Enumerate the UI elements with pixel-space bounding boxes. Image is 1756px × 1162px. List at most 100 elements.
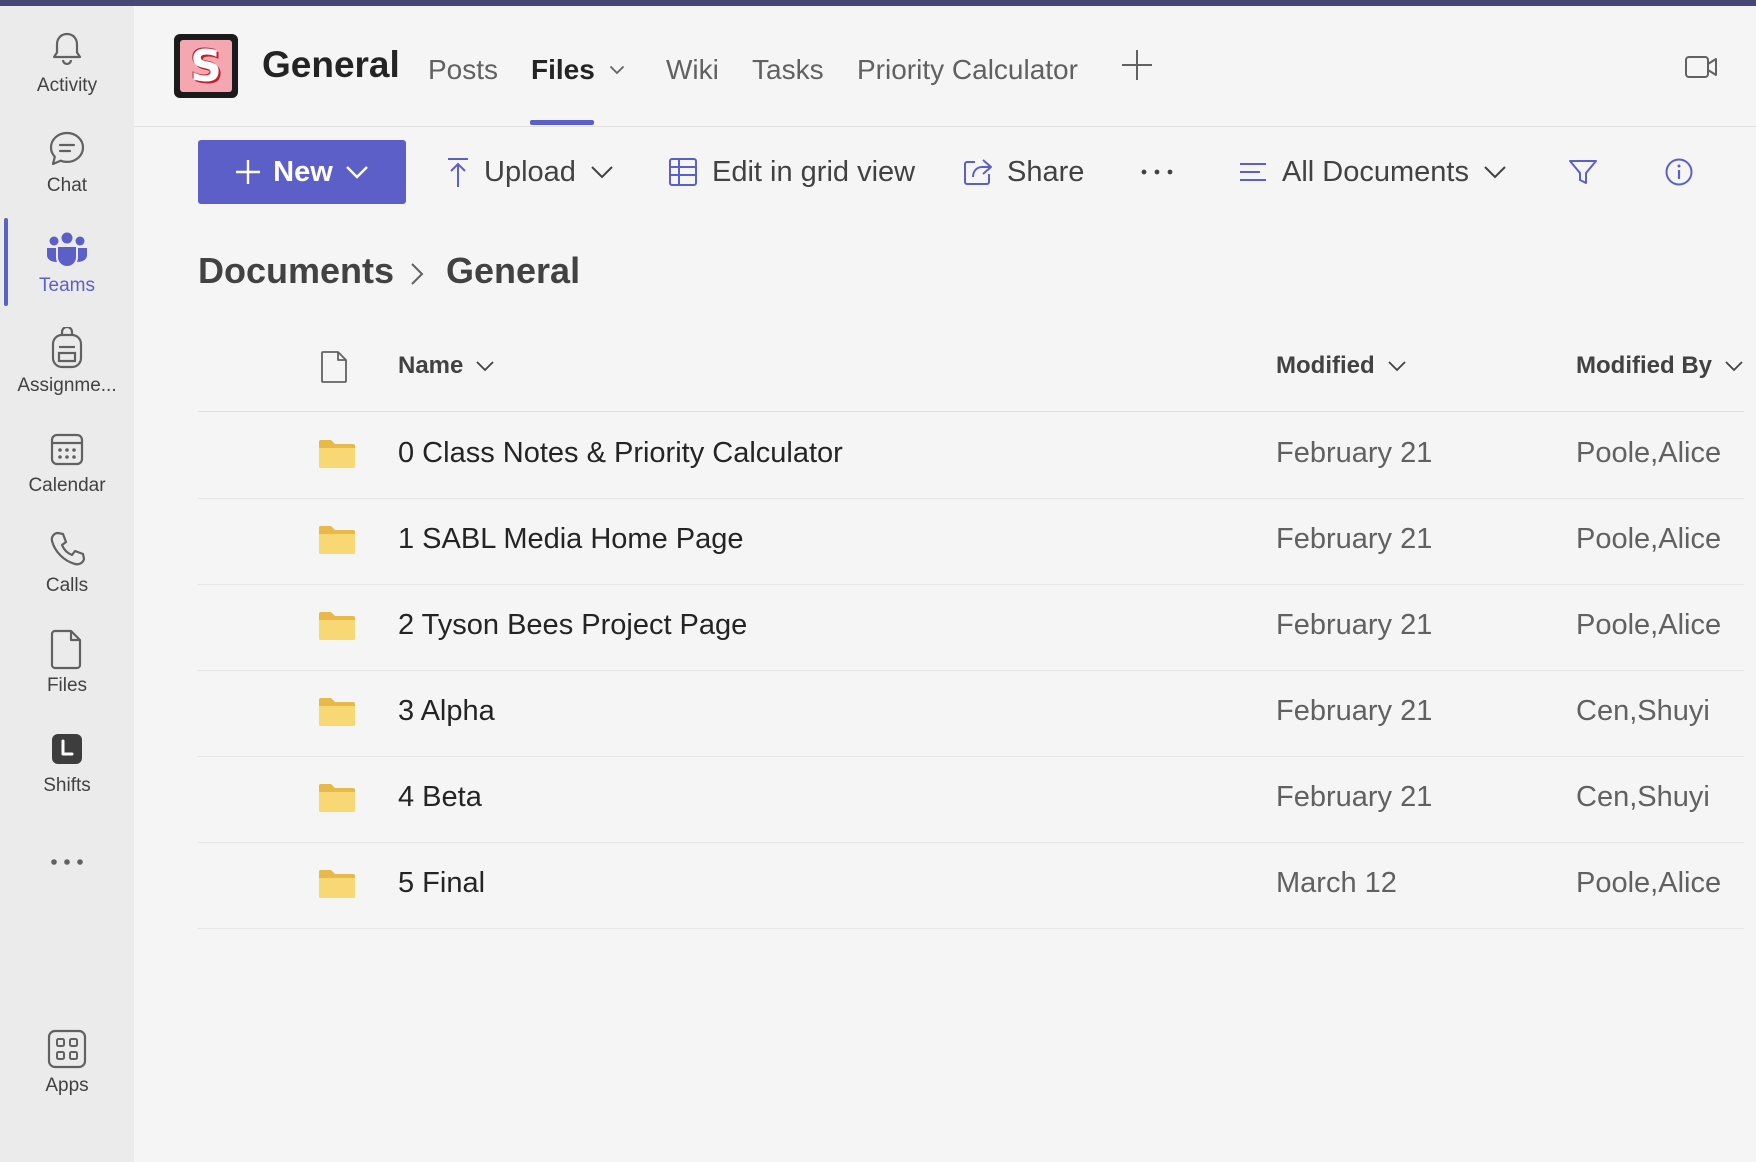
channel-title: General [262,44,400,85]
table-row[interactable]: 0 Class Notes & Priority Calculator Febr… [198,413,1744,499]
name-column-header[interactable]: Name [398,352,495,380]
modified-by-column-label: Modified By [1576,352,1712,379]
modified-by: Poole,Alice [1576,437,1722,469]
upload-arrow-icon [446,156,470,188]
upload-button[interactable]: Upload [446,151,614,193]
modified-by-column-header[interactable]: Modified By [1576,352,1744,380]
list-lines-icon [1238,161,1268,183]
share-button[interactable]: Share [963,151,1084,193]
meet-now-button[interactable] [1684,54,1718,80]
table-row[interactable]: 2 Tyson Bees Project Page February 21 Po… [198,585,1744,671]
view-selector-dropdown[interactable]: All Documents [1238,151,1507,193]
video-camera-icon [1684,54,1718,80]
modified-by: Cen,Shuyi [1576,695,1710,727]
chevron-down-icon [590,165,614,179]
modified-date: February 21 [1276,609,1433,641]
rail-item-calendar[interactable]: Calendar [0,412,134,512]
folder-icon [318,439,356,469]
bell-icon [45,27,89,71]
plus-icon [235,159,261,185]
more-icon [45,840,89,884]
table-row[interactable]: 4 Beta February 21 Cen,Shuyi [198,757,1744,843]
table-row[interactable]: 3 Alpha February 21 Cen,Shuyi [198,671,1744,757]
chevron-down-icon [609,65,625,75]
team-logo[interactable]: S [174,34,238,98]
name-column-label: Name [398,352,464,379]
folder-icon [318,783,356,813]
modified-by: Poole,Alice [1576,609,1722,641]
channel-header: S General Posts Files Wiki Tasks Priorit… [134,6,1756,127]
filter-button[interactable] [1568,151,1598,193]
team-logo-letter: S [180,40,232,92]
share-icon [963,158,993,186]
modified-column-label: Modified [1276,352,1375,379]
rail-item-calls[interactable]: Calls [0,512,134,612]
rail-item-label: Calendar [28,475,106,496]
folder-icon [318,525,356,555]
tab-files-label: Files [531,54,595,85]
folder-icon [318,697,356,727]
new-button-label: New [273,155,333,188]
modified-column-header[interactable]: Modified [1276,352,1407,380]
edit-grid-view-button[interactable]: Edit in grid view [668,151,915,193]
chevron-down-icon [1483,165,1507,179]
add-tab-button[interactable] [1120,48,1154,82]
plus-icon [1120,48,1154,82]
tab-tasks[interactable]: Tasks [752,54,824,86]
rail-item-label: Files [46,675,88,696]
modified-by: Poole,Alice [1576,867,1722,899]
file-type-column-header[interactable] [320,350,348,384]
modified-by: Poole,Alice [1576,523,1722,555]
file-name[interactable]: 3 Alpha [398,695,495,728]
folder-icon [318,869,356,899]
modified-date: March 12 [1276,867,1397,899]
info-button[interactable] [1664,151,1694,193]
file-name[interactable]: 2 Tyson Bees Project Page [398,609,747,642]
rail-item-label: Calls [45,575,89,596]
modified-date: February 21 [1276,437,1433,469]
teams-icon [45,227,89,271]
rail-item-assignments[interactable]: Assignme... [0,312,134,412]
breadcrumb-root[interactable]: Documents [198,250,394,292]
tab-files[interactable]: Files [531,54,625,86]
rail-item-activity[interactable]: Activity [0,12,134,112]
rail-item-label: Assignme... [17,375,117,396]
tab-priority-calculator[interactable]: Priority Calculator [857,54,1078,86]
rail-item-files[interactable]: Files [0,612,134,712]
filter-funnel-icon [1568,158,1598,186]
file-name[interactable]: 1 SABL Media Home Page [398,523,744,556]
rail-item-teams[interactable]: Teams [0,212,134,312]
file-name[interactable]: 5 Final [398,867,485,900]
chevron-down-icon [475,360,495,372]
modified-date: February 21 [1276,523,1433,555]
folder-icon [318,611,356,641]
rail-item-more[interactable] [0,812,134,912]
share-label: Share [1007,155,1085,188]
active-tab-indicator [530,120,594,125]
file-name[interactable]: 4 Beta [398,781,482,814]
rail-item-chat[interactable]: Chat [0,112,134,212]
rail-item-label: Teams [39,275,95,296]
more-actions-button[interactable] [1140,151,1174,193]
rail-item-label: Shifts [43,775,91,796]
view-selector-label: All Documents [1282,155,1469,188]
rail-item-shifts[interactable]: Shifts [0,712,134,812]
breadcrumb-current: General [446,250,581,291]
backpack-icon [45,327,89,371]
modified-date: February 21 [1276,781,1433,813]
chevron-down-icon [1724,360,1744,372]
rail-item-label: Activity [36,75,98,96]
file-name[interactable]: 0 Class Notes & Priority Calculator [398,437,843,470]
tab-posts[interactable]: Posts [428,54,498,86]
new-button[interactable]: New [198,140,406,204]
apps-grid-icon [45,1027,89,1071]
upload-label: Upload [484,155,576,188]
file-type-icon [320,350,348,384]
file-icon [45,627,89,671]
table-header: Name Modified Modified By [198,330,1744,412]
table-row[interactable]: 5 Final March 12 Poole,Alice [198,843,1744,929]
chevron-down-icon [1387,360,1407,372]
tab-wiki[interactable]: Wiki [666,54,719,86]
rail-item-apps[interactable]: Apps [0,1012,134,1112]
table-row[interactable]: 1 SABL Media Home Page February 21 Poole… [198,499,1744,585]
